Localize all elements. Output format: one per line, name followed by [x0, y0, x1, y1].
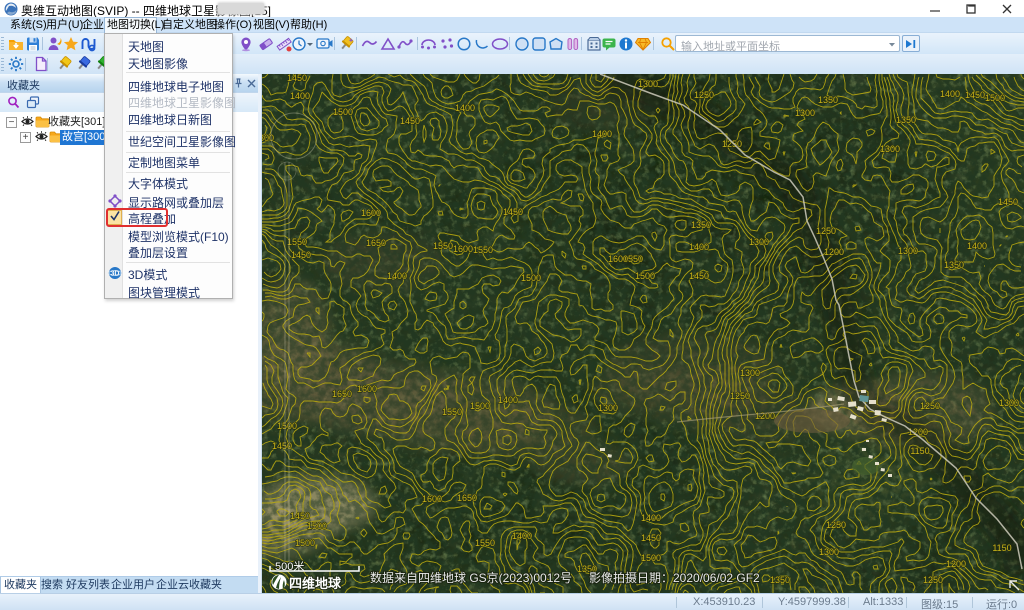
svg-text:1250: 1250	[816, 226, 836, 236]
svg-text:1500: 1500	[333, 107, 353, 117]
svg-text:1300: 1300	[749, 237, 769, 247]
svg-text:1400: 1400	[592, 129, 612, 139]
svg-text:1300: 1300	[638, 79, 658, 89]
svg-text:1600: 1600	[453, 244, 473, 254]
svg-text:1450: 1450	[689, 271, 709, 281]
svg-text:1500: 1500	[307, 521, 327, 531]
svg-text:1350: 1350	[770, 575, 790, 585]
svg-text:1350: 1350	[896, 115, 916, 125]
svg-text:1400: 1400	[641, 513, 661, 523]
svg-text:3D: 3D	[111, 271, 120, 278]
svg-text:1250: 1250	[826, 520, 846, 530]
svg-text:1400: 1400	[512, 531, 532, 541]
svg-text:1450: 1450	[291, 250, 311, 260]
svg-text:1250: 1250	[923, 575, 943, 585]
svg-text:1400: 1400	[940, 89, 960, 99]
svg-text:1550: 1550	[473, 245, 493, 255]
svg-text:1500: 1500	[295, 538, 315, 548]
svg-text:1250: 1250	[694, 90, 714, 100]
svg-text:1400: 1400	[455, 103, 475, 113]
svg-text:四维地球: 四维地球	[289, 576, 342, 591]
svg-text:1450: 1450	[290, 511, 310, 521]
svg-text:1300: 1300	[819, 547, 839, 557]
svg-text:1550: 1550	[287, 237, 307, 247]
svg-text:1650: 1650	[366, 238, 386, 248]
svg-text:1450: 1450	[998, 197, 1018, 207]
svg-text:1250: 1250	[722, 139, 742, 149]
svg-text:1300: 1300	[598, 403, 618, 413]
svg-text:1300: 1300	[795, 108, 815, 118]
svg-text:数据来自四维地球 GS京(2023)0012号: 数据来自四维地球 GS京(2023)0012号	[370, 570, 572, 585]
svg-text:1150: 1150	[910, 446, 929, 456]
svg-text:1350: 1350	[691, 220, 711, 230]
svg-text:1500: 1500	[521, 273, 541, 283]
svg-text:1550: 1550	[433, 241, 453, 251]
svg-text:1300: 1300	[999, 398, 1019, 408]
svg-text:1200: 1200	[946, 559, 966, 569]
svg-text:1500: 1500	[635, 271, 655, 281]
svg-text:1450: 1450	[400, 116, 420, 126]
svg-text:1200: 1200	[824, 247, 844, 257]
svg-text:1550: 1550	[475, 538, 495, 548]
svg-text:1550: 1550	[442, 407, 462, 417]
svg-text:1600: 1600	[422, 494, 442, 504]
svg-text:1350: 1350	[818, 95, 838, 105]
svg-text:1250: 1250	[920, 401, 940, 411]
svg-text:1500: 1500	[985, 93, 1005, 103]
svg-text:1650: 1650	[332, 389, 352, 399]
svg-text:1500: 1500	[641, 553, 661, 563]
svg-text:1400: 1400	[967, 241, 987, 251]
svg-text:1300: 1300	[898, 246, 918, 256]
svg-text:1650: 1650	[457, 493, 477, 503]
svg-text:影像拍摄日期：2020/06/02 GF2: 影像拍摄日期：2020/06/02 GF2	[589, 570, 760, 585]
svg-text:1400: 1400	[498, 395, 518, 405]
svg-text:1400: 1400	[290, 91, 310, 101]
svg-text:1450: 1450	[965, 90, 985, 100]
svg-text:1350: 1350	[944, 260, 964, 270]
svg-text:1600: 1600	[357, 384, 377, 394]
svg-text:1450: 1450	[503, 207, 523, 217]
svg-text:1400: 1400	[387, 271, 407, 281]
svg-text:1450: 1450	[287, 74, 307, 83]
svg-text:1150: 1150	[992, 543, 1011, 553]
svg-text:1300: 1300	[880, 144, 900, 154]
svg-text:1300: 1300	[262, 133, 274, 143]
svg-text:1400: 1400	[689, 242, 709, 252]
svg-text:1500: 1500	[470, 401, 490, 411]
svg-text:1250: 1250	[730, 391, 750, 401]
svg-text:1600: 1600	[361, 208, 381, 218]
svg-text:1450: 1450	[641, 533, 661, 543]
svg-text:1500: 1500	[277, 421, 297, 431]
svg-text:1600: 1600	[608, 254, 628, 264]
svg-text:1300: 1300	[740, 368, 760, 378]
